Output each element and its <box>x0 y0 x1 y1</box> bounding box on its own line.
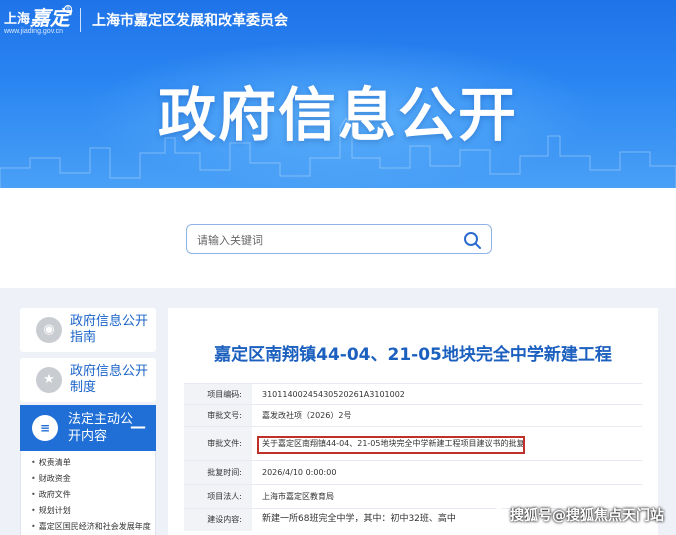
sidebar-item-label: 政府信息公开指南 <box>70 314 149 345</box>
row-key: 审批文件: <box>184 427 252 460</box>
logo-registered-icon: ® <box>64 5 72 13</box>
watermark: 搜狐号@搜狐焦点天门站 <box>492 505 664 525</box>
watermark-text: 搜狐号@搜狐焦点天门站 <box>510 508 664 524</box>
sidebar-item-mandatory-disclosure[interactable]: ≡ 法定主动公开内容 — <box>20 405 156 451</box>
org-name[interactable]: 上海市嘉定区发展和改革委员会 <box>92 10 288 30</box>
sohu-paw-icon <box>492 508 506 522</box>
row-value: 2026/4/10 0:00:00 <box>262 468 337 477</box>
header-divider <box>80 8 81 32</box>
page-title: 政府信息公开 <box>157 81 518 149</box>
row-value: 新建一所68班完全中学，其中：初中32班、高中 <box>262 514 456 524</box>
row-value: 上海市嘉定区教育局 <box>262 492 334 501</box>
table-row: 批复时间: 2026/4/10 0:00:00 <box>184 461 642 485</box>
row-key: 项目法人: <box>184 485 252 508</box>
row-key: 建设内容: <box>184 509 252 531</box>
sidebar-item-label: 政府信息公开制度 <box>70 364 149 395</box>
detail-panel: 嘉定区南翔镇44-04、21-05地块完全中学新建工程 项目编码: 310114… <box>168 308 658 535</box>
row-value: 310114002454305202​61A3101002 <box>262 390 405 399</box>
row-value: 嘉发改社项（2026）2号 <box>262 411 352 420</box>
row-key: 审批文号: <box>184 405 252 426</box>
table-row: 项目编码: 310114002454305202​61A3101002 <box>184 383 642 405</box>
logo-url: www.jiading.gov.cn <box>4 28 64 35</box>
policy-icon: ★ <box>36 367 62 393</box>
row-key: 项目编码: <box>184 384 252 404</box>
table-row: 审批文号: 嘉发改社项（2026）2号 <box>184 405 642 427</box>
sidebar-item-guide[interactable]: ◉ 政府信息公开指南 <box>20 308 156 352</box>
search-box[interactable] <box>186 224 492 254</box>
highlight-box <box>257 436 525 454</box>
row-key: 批复时间: <box>184 461 252 484</box>
detail-title: 嘉定区南翔镇44-04、21-05地块完全中学新建工程 <box>214 345 612 365</box>
collapse-icon[interactable]: — <box>130 417 146 436</box>
search-input[interactable] <box>197 231 457 249</box>
sub-item-finance[interactable]: 财政资金 <box>31 473 71 484</box>
sidebar-sub-list: 权责清单 财政资金 政府文件 规划计划 嘉定区国民经济和社会发展年度 <box>20 451 156 535</box>
sidebar-item-policy[interactable]: ★ 政府信息公开制度 <box>20 358 156 402</box>
sub-item-documents[interactable]: 政府文件 <box>31 489 71 500</box>
header-banner: 上海 嘉定 ® www.jiading.gov.cn 上海市嘉定区发展和改革委员… <box>0 0 676 188</box>
logo-city: 上海 <box>4 12 31 27</box>
sub-item-power-list[interactable]: 权责清单 <box>31 457 71 468</box>
search-icon[interactable] <box>462 230 482 250</box>
sub-item-economic-plan[interactable]: 嘉定区国民经济和社会发展年度 <box>31 521 151 532</box>
sub-item-planning[interactable]: 规划计划 <box>31 505 71 516</box>
sidebar-item-label: 法定主动公开内容 <box>68 412 134 444</box>
guide-icon: ◉ <box>36 317 62 343</box>
document-icon: ≡ <box>32 415 58 441</box>
